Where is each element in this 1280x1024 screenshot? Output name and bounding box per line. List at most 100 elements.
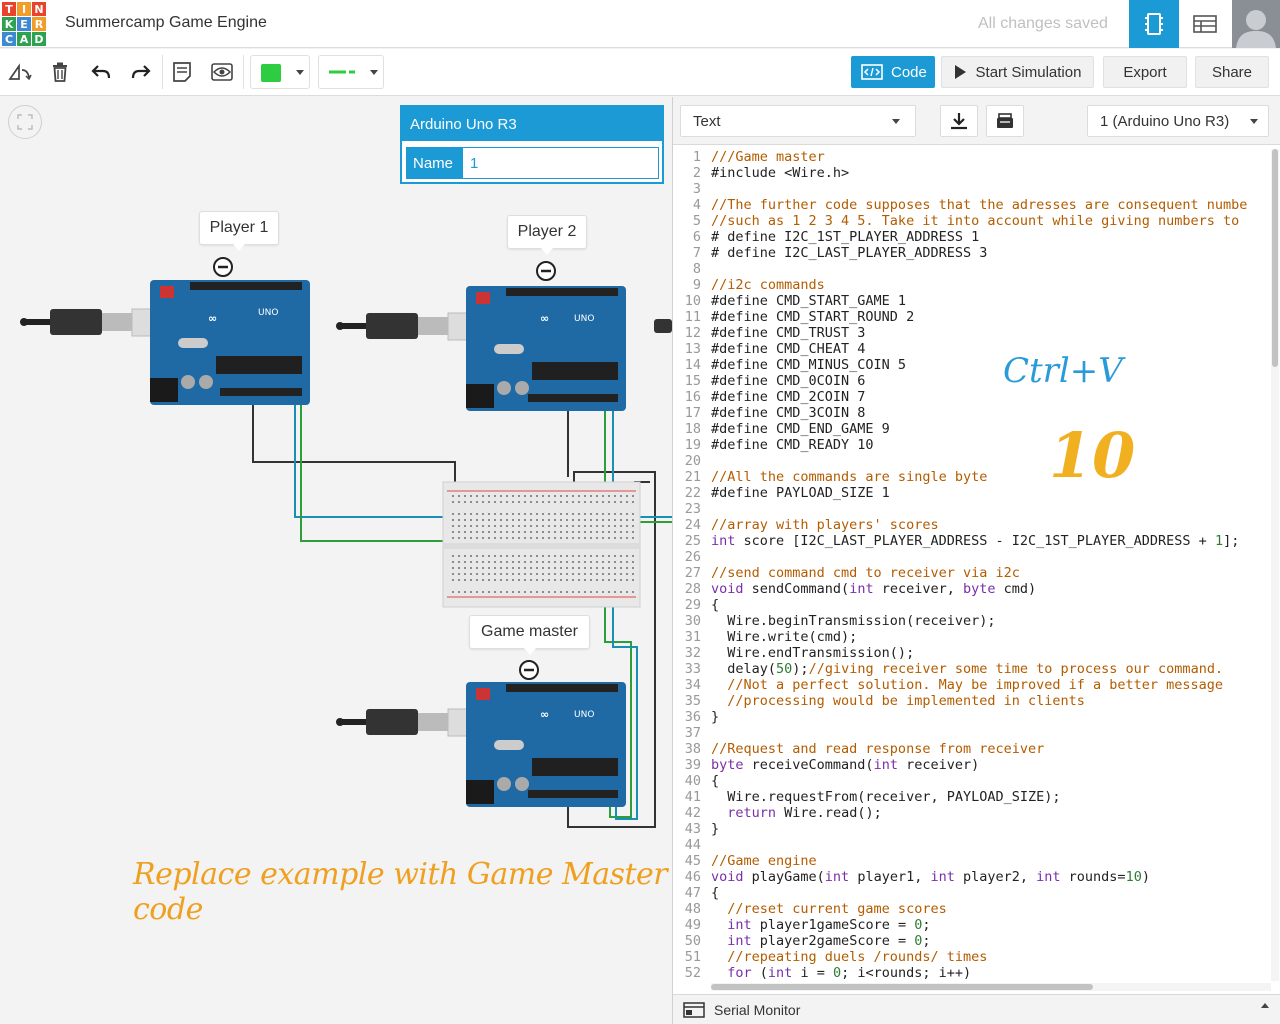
code-line[interactable]: 39 byte receiveCommand(int receiver) bbox=[673, 757, 1269, 773]
code-line[interactable]: 37 bbox=[673, 725, 1269, 741]
code-line[interactable]: 35 //processing would be implemented in … bbox=[673, 693, 1269, 709]
redo-button[interactable] bbox=[124, 55, 158, 89]
code-line[interactable]: 25 int score [I2C_LAST_PLAYER_ADDRESS - I… bbox=[673, 533, 1269, 549]
code-line[interactable]: 48 //reset current game scores bbox=[673, 901, 1269, 917]
code-text: byte receiveCommand(int receiver) bbox=[711, 757, 980, 773]
code-line[interactable]: 4 //The further code supposes that the ad… bbox=[673, 197, 1269, 213]
undo-button[interactable] bbox=[84, 55, 118, 89]
code-line[interactable]: 36} bbox=[673, 709, 1269, 725]
code-line[interactable]: 16 #define CMD_2COIN 7 bbox=[673, 389, 1269, 405]
code-line[interactable]: 33 delay(50);//giving receiver some time… bbox=[673, 661, 1269, 677]
code-line[interactable]: 23 bbox=[673, 501, 1269, 517]
code-line[interactable]: 49 int player1gameScore = 0; bbox=[673, 917, 1269, 933]
code-line[interactable]: 3 bbox=[673, 181, 1269, 197]
start-simulation-button[interactable]: Start Simulation bbox=[941, 56, 1094, 88]
export-button[interactable]: Export bbox=[1103, 56, 1187, 88]
delete-button[interactable] bbox=[43, 55, 77, 89]
project-title[interactable]: Summercamp Game Engine bbox=[65, 14, 267, 32]
code-line[interactable]: 1 ///Game master bbox=[673, 149, 1269, 165]
user-avatar[interactable] bbox=[1232, 0, 1280, 48]
code-line[interactable]: 41 Wire.requestFrom(receiver, PAYLOAD_SI… bbox=[673, 789, 1269, 805]
code-line[interactable]: 9 //i2c commands bbox=[673, 277, 1269, 293]
code-line[interactable]: 5 //such as 1 2 3 4 5. Take it into accou… bbox=[673, 213, 1269, 229]
code-line[interactable]: 45 //Game engine bbox=[673, 853, 1269, 869]
callout-player-2[interactable]: Player 2 bbox=[507, 215, 587, 255]
name-field-input[interactable]: 1 bbox=[463, 148, 658, 178]
wire-type-picker[interactable] bbox=[318, 55, 384, 89]
callout-game-master[interactable]: Game master bbox=[469, 615, 590, 655]
logo-letter: I bbox=[17, 2, 31, 16]
download-code-button[interactable] bbox=[940, 105, 978, 137]
code-line[interactable]: 46 void playGame(int player1, int player2… bbox=[673, 869, 1269, 885]
horizontal-scrollbar[interactable] bbox=[711, 983, 1271, 991]
callout-player-1[interactable]: Player 1 bbox=[199, 211, 279, 251]
code-line[interactable]: 43} bbox=[673, 821, 1269, 837]
export-label: Export bbox=[1123, 63, 1167, 81]
code-line[interactable]: 34 //Not a perfect solution. May be impr… bbox=[673, 677, 1269, 693]
components-panel-button[interactable] bbox=[1129, 0, 1179, 48]
logo-letter: K bbox=[2, 17, 16, 31]
code-line[interactable]: 18 #define CMD_END_GAME 9 bbox=[673, 421, 1269, 437]
code-line[interactable]: 47 { bbox=[673, 885, 1269, 901]
code-line[interactable]: 44 bbox=[673, 837, 1269, 853]
circuit-canvas[interactable]: ∞ UNO ∞ UNO ∞ UNO Player 1 Player 2 Game… bbox=[0, 97, 672, 1024]
code-line[interactable]: 13 #define CMD_CHEAT 4 bbox=[673, 341, 1269, 357]
code-line[interactable]: 2 #include <Wire.h> bbox=[673, 165, 1269, 181]
code-line[interactable]: 21 //All the commands are single byte bbox=[673, 469, 1269, 485]
code-line[interactable]: 31 Wire.write(cmd); bbox=[673, 629, 1269, 645]
code-line[interactable]: 6 # define I2C_1ST_PLAYER_ADDRESS 1 bbox=[673, 229, 1269, 245]
code-line[interactable]: 26 bbox=[673, 549, 1269, 565]
code-line[interactable]: 12 #define CMD_TRUST 3 bbox=[673, 325, 1269, 341]
code-line[interactable]: 14 #define CMD_MINUS_COIN 5 bbox=[673, 357, 1269, 373]
code-line[interactable]: 29 { bbox=[673, 597, 1269, 613]
svg-text:UNO: UNO bbox=[258, 308, 278, 318]
rotate-button[interactable] bbox=[3, 55, 37, 89]
code-line[interactable]: 7 # define I2C_LAST_PLAYER_ADDRESS 3 bbox=[673, 245, 1269, 261]
serial-monitor-icon bbox=[683, 1001, 705, 1018]
share-button[interactable]: Share bbox=[1195, 56, 1269, 88]
code-line[interactable]: 10 #define CMD_START_GAME 1 bbox=[673, 293, 1269, 309]
code-text: int score [I2C_LAST_PLAYER_ADDRESS - I2C… bbox=[711, 533, 1240, 549]
code-line[interactable]: 27 //send command cmd to receiver via i2c bbox=[673, 565, 1269, 581]
code-line[interactable]: 50 int player2gameScore = 0; bbox=[673, 933, 1269, 949]
code-editor[interactable]: 1 ///Game master 2 #include <Wire.h> 3 4 //The… bbox=[673, 149, 1269, 981]
code-line[interactable]: 52 for (int i = 0; i<rounds; i++) bbox=[673, 965, 1269, 981]
line-number: 12 bbox=[684, 325, 701, 341]
vertical-scrollbar[interactable] bbox=[1271, 149, 1279, 981]
notes-button[interactable] bbox=[165, 55, 199, 89]
code-text: //send command cmd to receiver via i2c bbox=[711, 565, 1020, 581]
code-line[interactable]: 30 Wire.beginTransmission(receiver); bbox=[673, 613, 1269, 629]
code-line[interactable]: 17 #define CMD_3COIN 8 bbox=[673, 405, 1269, 421]
line-number: 28 bbox=[684, 581, 701, 597]
code-line[interactable]: 8 bbox=[673, 261, 1269, 277]
code-line[interactable]: 11 #define CMD_START_ROUND 2 bbox=[673, 309, 1269, 325]
code-text: ///Game master bbox=[711, 149, 825, 165]
code-line[interactable]: 22 #define PAYLOAD_SIZE 1 bbox=[673, 485, 1269, 501]
code-line[interactable]: 40 { bbox=[673, 773, 1269, 789]
code-line[interactable]: 20 bbox=[673, 453, 1269, 469]
component-list-button[interactable] bbox=[1180, 0, 1230, 48]
tinkercad-logo[interactable]: TIN KER CAD bbox=[2, 2, 46, 46]
code-line[interactable]: 24 //array with players' scores bbox=[673, 517, 1269, 533]
code-line[interactable]: 42 return Wire.read(); bbox=[673, 805, 1269, 821]
toggle-notes-visibility-button[interactable] bbox=[205, 55, 239, 89]
code-text: for (int i = 0; i<rounds; i++) bbox=[727, 965, 972, 981]
code-line[interactable]: 38 //Request and read response from recei… bbox=[673, 741, 1269, 757]
code-line[interactable]: 51 //repeating duels /rounds/ times bbox=[673, 949, 1269, 965]
code-line[interactable]: 19 #define CMD_READY 10 bbox=[673, 437, 1269, 453]
line-number: 17 bbox=[684, 405, 701, 421]
code-line[interactable]: 28 void sendCommand(int receiver, byte cm… bbox=[673, 581, 1269, 597]
wire-color-picker[interactable] bbox=[250, 55, 310, 89]
line-number: 23 bbox=[684, 501, 701, 517]
line-number: 38 bbox=[684, 741, 701, 757]
libraries-button[interactable] bbox=[986, 105, 1024, 137]
serial-monitor-bar[interactable]: Serial Monitor bbox=[673, 994, 1280, 1024]
code-text: # define I2C_LAST_PLAYER_ADDRESS 3 bbox=[711, 245, 988, 261]
code-line[interactable]: 15 #define CMD_0COIN 6 bbox=[673, 373, 1269, 389]
code-button[interactable]: Code bbox=[851, 56, 935, 88]
device-dropdown[interactable]: 1 (Arduino Uno R3) bbox=[1087, 105, 1269, 137]
code-mode-dropdown[interactable]: Text bbox=[680, 105, 916, 137]
code-text: #define CMD_READY 10 bbox=[711, 437, 874, 453]
code-line[interactable]: 32 Wire.endTransmission(); bbox=[673, 645, 1269, 661]
line-number: 41 bbox=[684, 789, 701, 805]
